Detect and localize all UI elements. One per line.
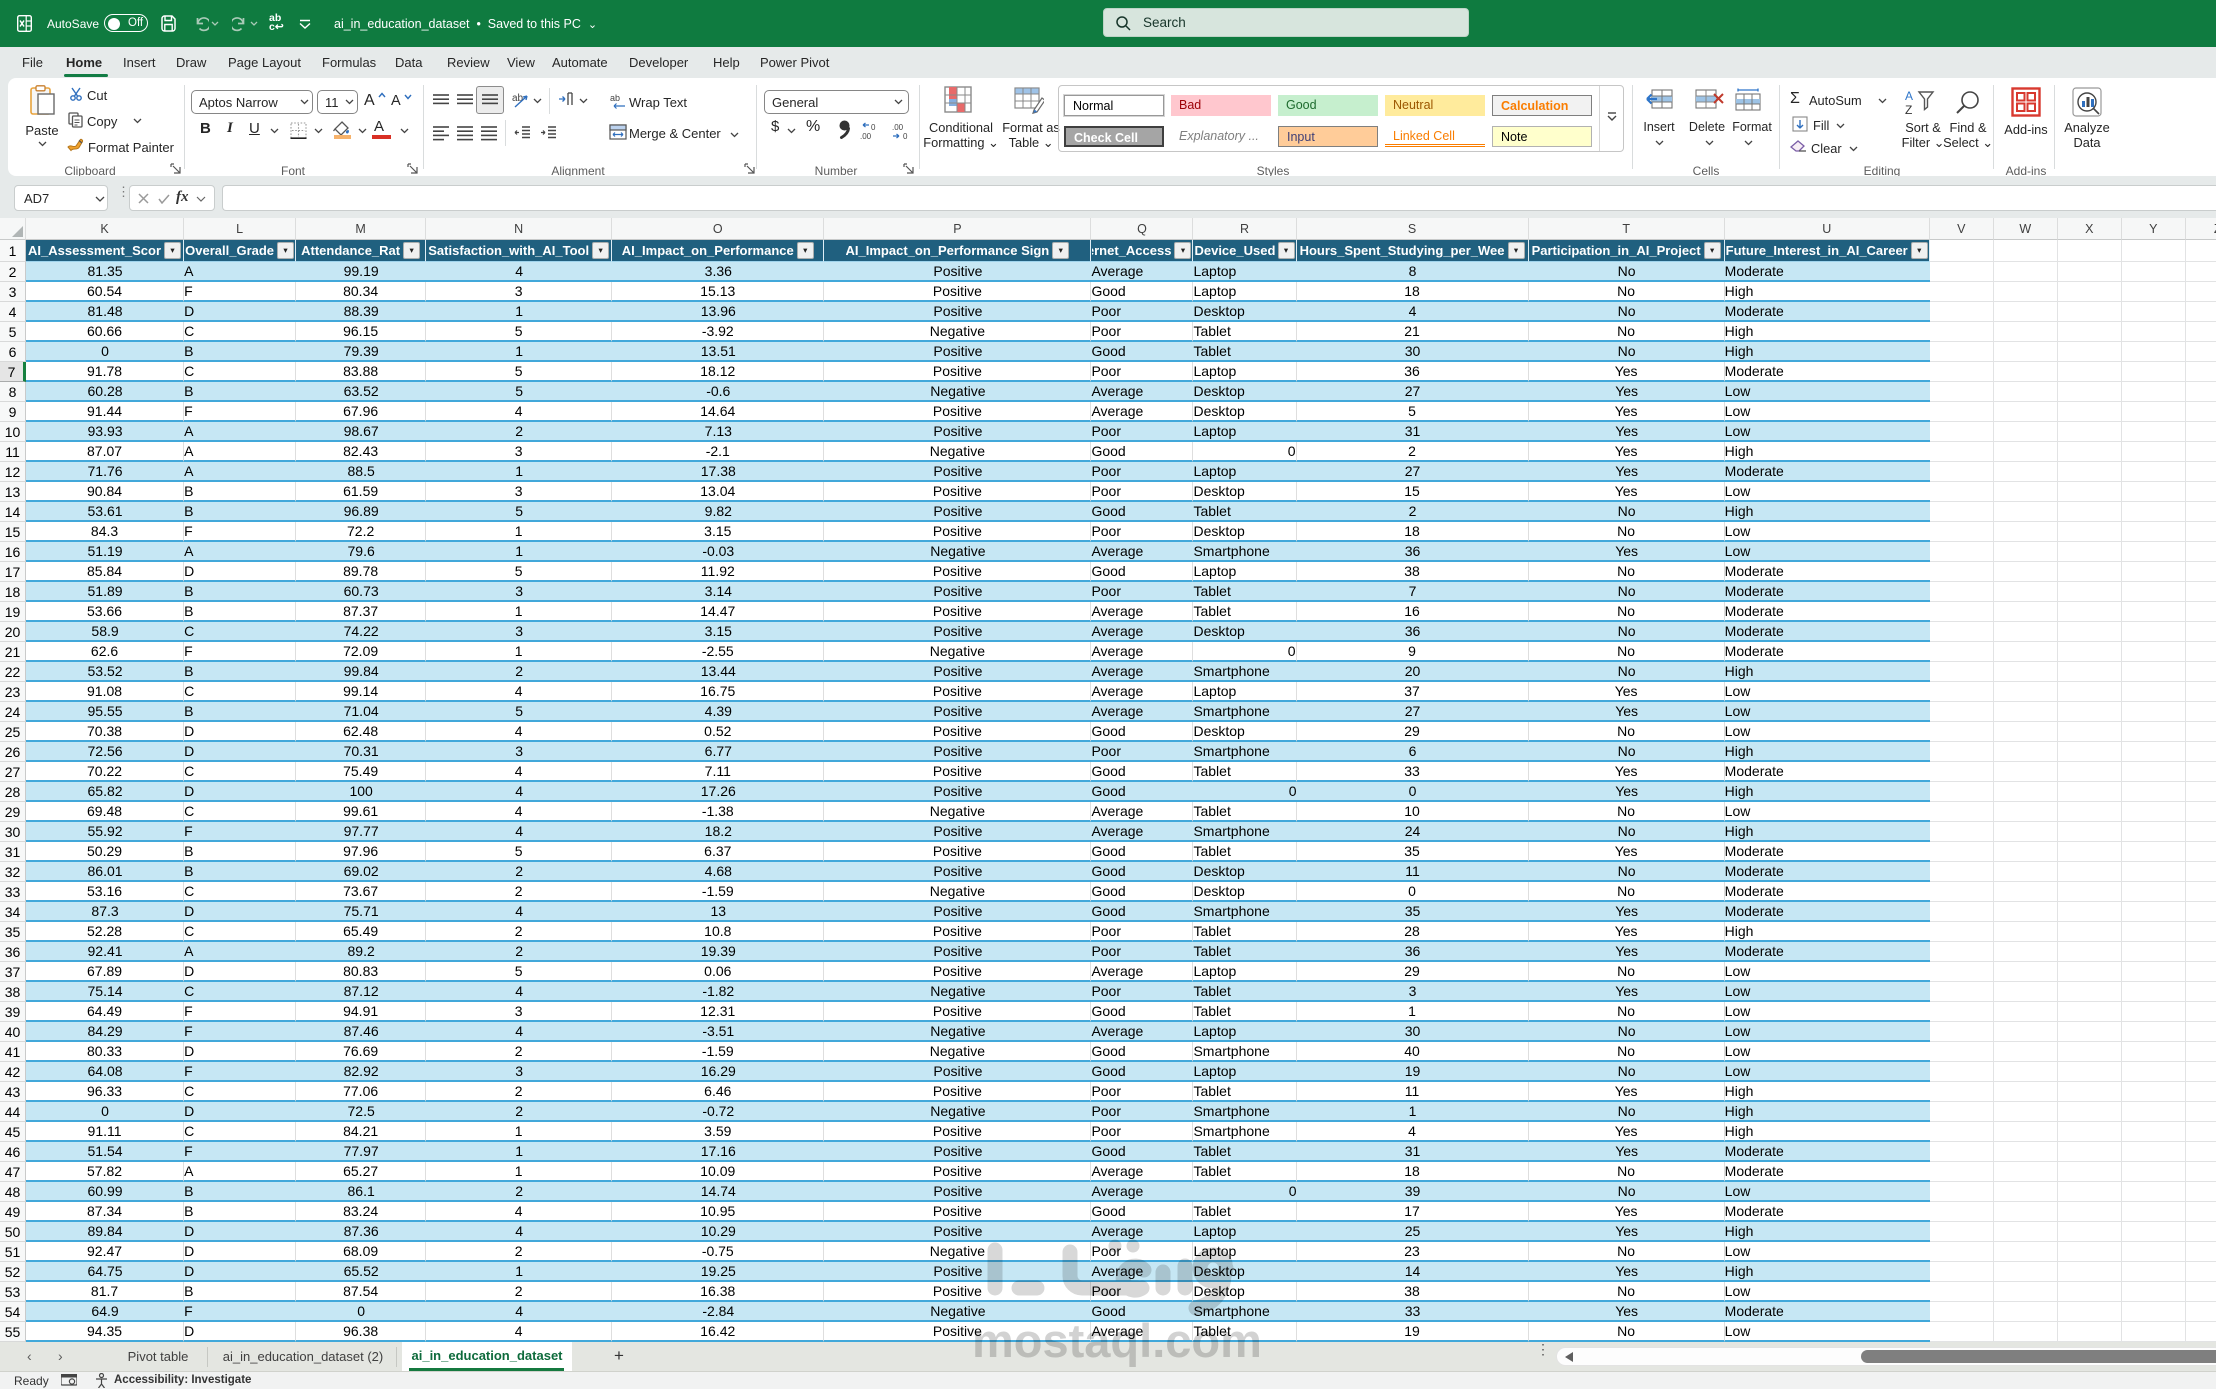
svg-text:0: 0: [871, 123, 876, 132]
svg-text:A: A: [1905, 89, 1913, 103]
svg-text:.00: .00: [892, 123, 904, 132]
svg-text:Z: Z: [1905, 103, 1912, 116]
svg-text:.00: .00: [860, 132, 872, 140]
svg-text:ab: ab: [610, 93, 620, 103]
svg-text:0: 0: [903, 132, 908, 140]
svg-text:ab: ab: [512, 93, 524, 104]
